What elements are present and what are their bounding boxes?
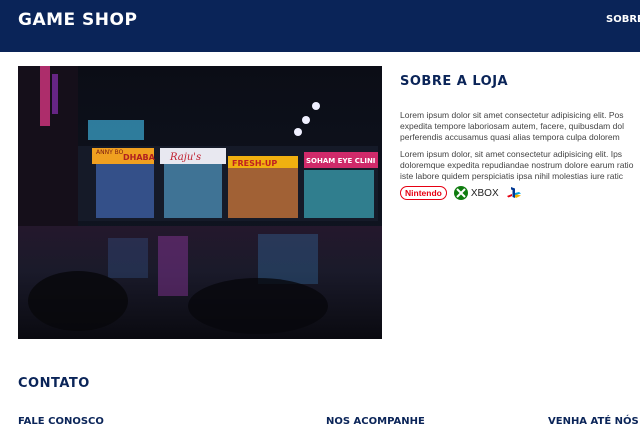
about-paragraph-1: Lorem ipsum dolor sit amet consectetur a…: [400, 110, 640, 143]
hero-image: DHABA ANNY BO Raju's FRESH-UP SOHAM EYE …: [18, 66, 382, 339]
contact-title: CONTATO: [18, 376, 90, 391]
about-p1-line-2: expedita tempore laboriosam autem, facer…: [400, 121, 624, 131]
sign-dhaba: DHABA: [123, 153, 156, 162]
about-paragraph-2: Lorem ipsum dolor, sit amet consectetur …: [400, 149, 640, 182]
about-p1-line-3: perferendis accusamus quasi alias tempor…: [400, 132, 620, 142]
footer-heading-venha-ate-nos: VENHA ATÉ NÓS: [548, 416, 639, 427]
sign-anny: ANNY BO: [96, 149, 124, 156]
footer-heading-fale-conosco: FALE CONOSCO: [18, 416, 104, 427]
nintendo-logo: Nintendo: [400, 186, 447, 200]
nav-link-sobre[interactable]: SOBRE: [606, 14, 640, 25]
about-section: SOBRE A LOJA Lorem ipsum dolor sit amet …: [400, 74, 640, 200]
xbox-logo: XBOX: [453, 186, 499, 200]
playstation-icon: [506, 187, 521, 198]
footer-heading-nos-acompanhe: NOS ACOMPANHE: [326, 416, 425, 427]
about-p2-line-3: iste labore quidem perspiciatis ipsa nih…: [400, 171, 623, 181]
sign-freshup: FRESH-UP: [232, 159, 277, 168]
site-logo-text[interactable]: GAME SHOP: [18, 10, 137, 30]
xbox-label: XBOX: [470, 187, 499, 199]
about-p2-line-2: doloremque expedita repudiandae nostrum …: [400, 160, 634, 170]
about-p1-line-1: Lorem ipsum dolor sit amet consectetur a…: [400, 110, 624, 120]
top-navbar: GAME SHOP SOBRE: [0, 0, 640, 52]
night-street-photo: DHABA ANNY BO Raju's FRESH-UP SOHAM EYE …: [18, 66, 382, 339]
sign-rajus: Raju's: [169, 152, 201, 163]
about-p2-line-1: Lorem ipsum dolor, sit amet consectetur …: [400, 149, 623, 159]
xbox-icon: [453, 186, 468, 200]
sign-soham: SOHAM EYE CLINI: [306, 157, 375, 165]
console-brand-logos: Nintendo XBOX: [400, 185, 522, 201]
about-title: SOBRE A LOJA: [400, 74, 509, 89]
